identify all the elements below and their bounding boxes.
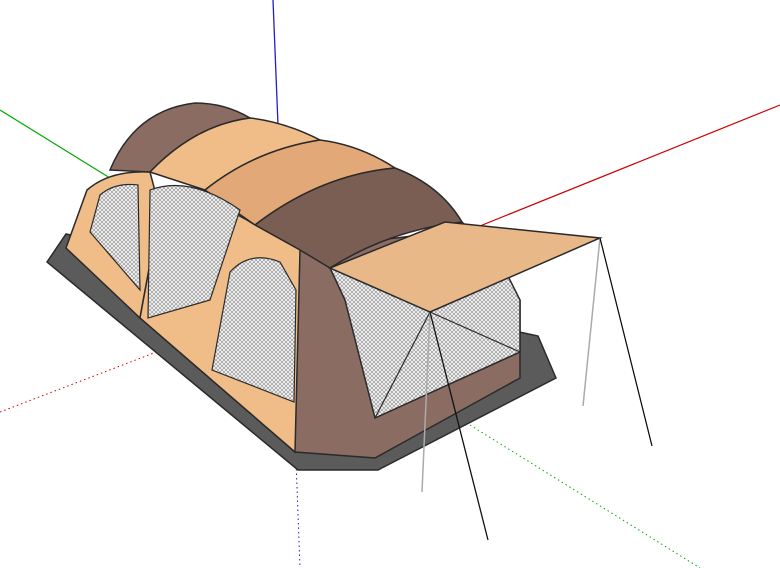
green-axis <box>0 109 111 179</box>
sketchup-viewport <box>0 0 780 568</box>
blue-axis-dotted <box>295 459 301 568</box>
awning-pole-right <box>582 237 601 407</box>
guy-line-right <box>599 237 653 447</box>
red-axis <box>469 104 780 231</box>
green-axis-dotted <box>469 424 701 568</box>
